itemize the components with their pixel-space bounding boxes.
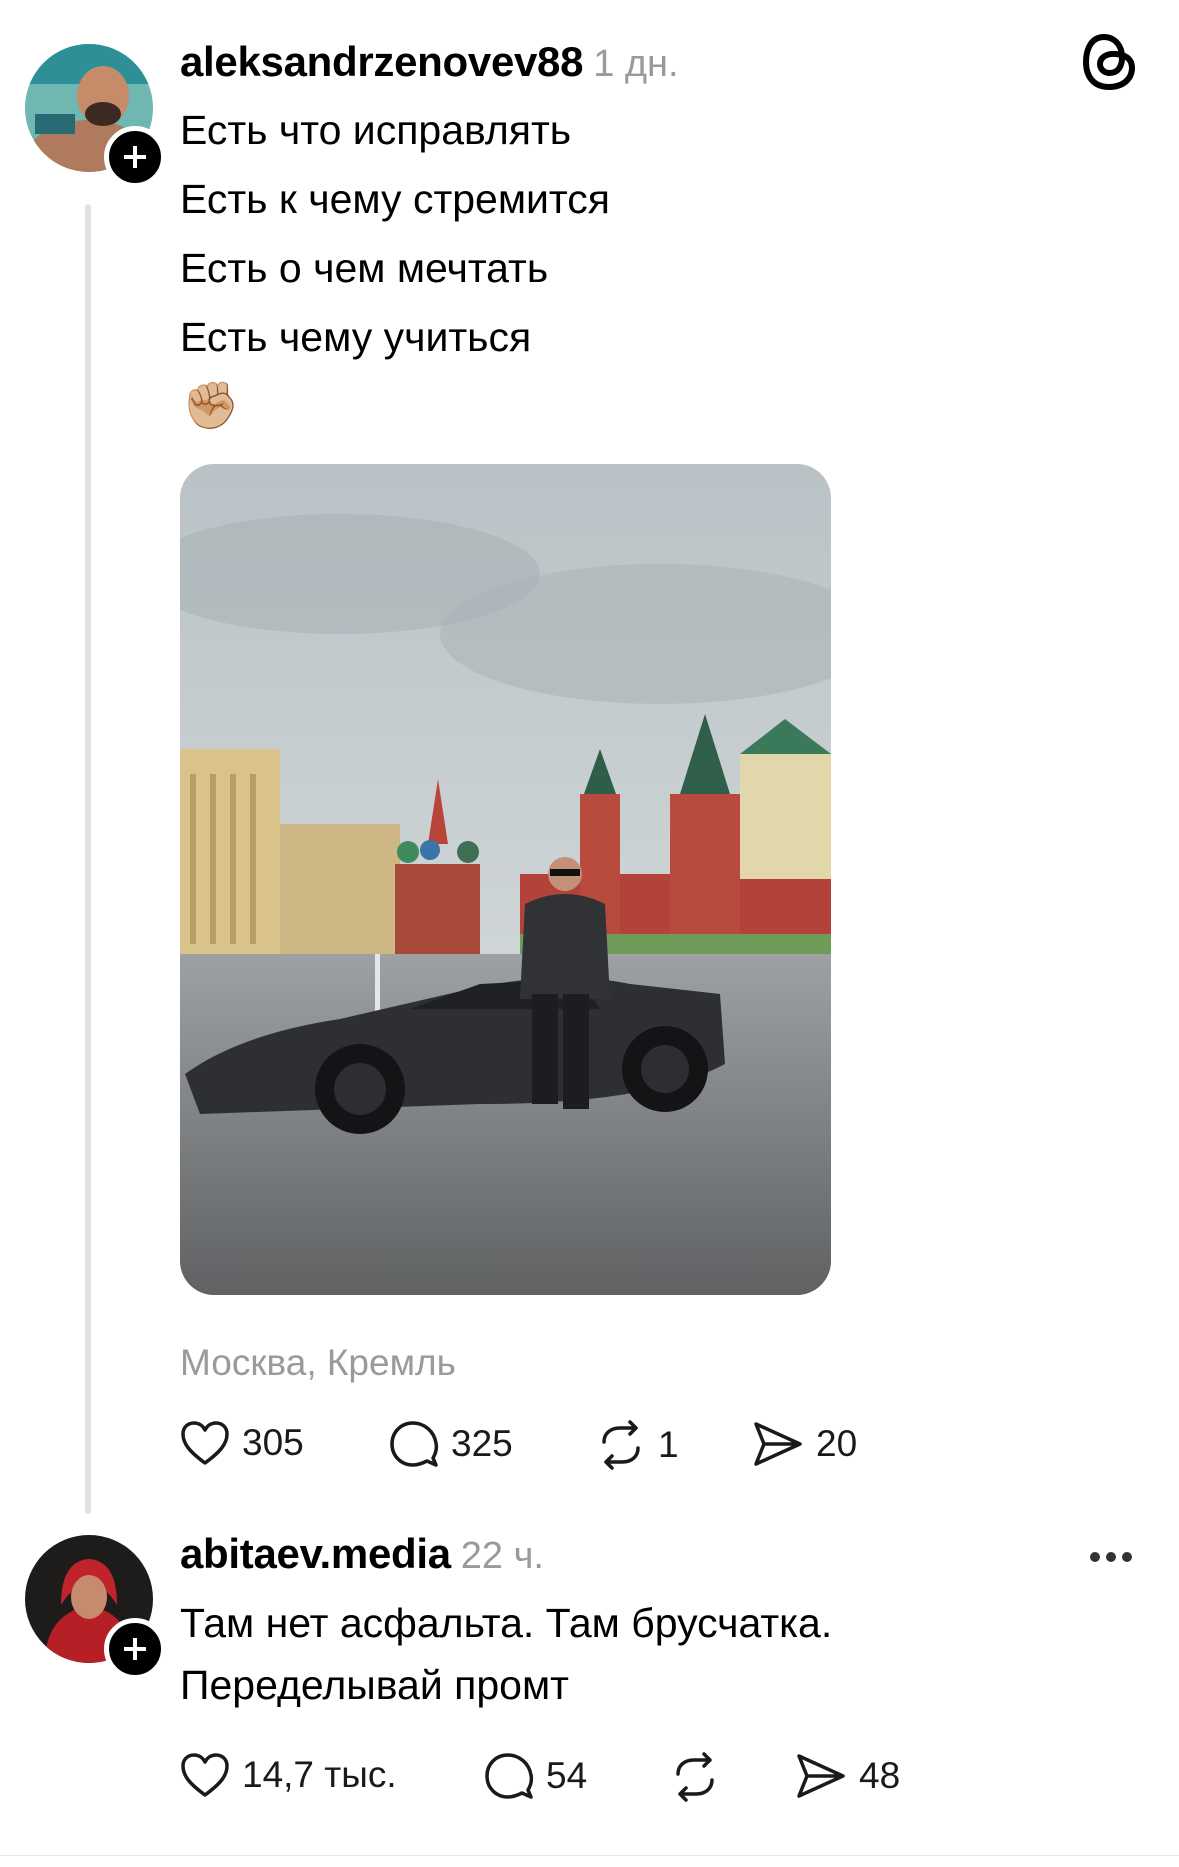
post-line: Есть о чем мечтать: [180, 245, 549, 291]
reply-like-count: 14,7 тыс.: [242, 1754, 397, 1795]
post-location[interactable]: Москва, Кремль: [180, 1342, 456, 1384]
post-line: Есть чему учиться: [180, 314, 532, 360]
reply-count: 325: [451, 1423, 513, 1464]
post-header: aleksandrzenovev88 1 дн.: [180, 38, 679, 86]
threads-logo-icon[interactable]: [1082, 32, 1136, 92]
reply-share-button[interactable]: 48: [795, 1752, 900, 1800]
repost-button[interactable]: 1: [596, 1420, 679, 1470]
comment-bubble-icon: [484, 1752, 534, 1800]
like-button[interactable]: 305: [180, 1420, 304, 1466]
reply-reply-button[interactable]: 54: [484, 1752, 587, 1800]
reply-share-count: 48: [859, 1755, 901, 1796]
plus-icon: [124, 146, 146, 168]
repost-icon: [670, 1752, 720, 1802]
post-line: Есть к чему стремится: [180, 176, 610, 222]
reply-text: Там нет асфальта. Там брусчатка. Передел…: [180, 1592, 832, 1716]
reply-header: abitaev.media 22 ч.: [180, 1530, 544, 1578]
thread-line: [85, 204, 91, 1514]
send-icon: [752, 1420, 804, 1468]
like-count: 305: [242, 1422, 304, 1463]
reply-button[interactable]: 325: [389, 1420, 513, 1468]
plus-icon: [124, 1638, 146, 1660]
repost-icon: [596, 1420, 646, 1470]
post-text: Есть что исправлять Есть к чему стремитс…: [180, 96, 610, 372]
post-image[interactable]: [180, 464, 831, 1295]
more-dots-icon[interactable]: [1088, 1550, 1134, 1564]
post-time: 1 дн.: [593, 43, 679, 85]
heart-icon: [180, 1420, 230, 1466]
reply-line: Переделывай промт: [180, 1662, 569, 1708]
post-line: Есть что исправлять: [180, 107, 572, 153]
heart-icon: [180, 1752, 230, 1798]
fist-emoji: ✊🏼: [182, 379, 240, 431]
share-count: 20: [816, 1423, 858, 1464]
post-username[interactable]: aleksandrzenovev88: [180, 38, 583, 86]
reply-username[interactable]: abitaev.media: [180, 1530, 451, 1578]
reply-time: 22 ч.: [460, 1535, 544, 1577]
repost-count: 1: [658, 1424, 679, 1465]
reply-repost-button[interactable]: [670, 1752, 720, 1802]
reply-like-button[interactable]: 14,7 тыс.: [180, 1752, 397, 1798]
reply-line: Там нет асфальта. Там брусчатка.: [180, 1600, 833, 1646]
send-icon: [795, 1752, 847, 1800]
bottom-divider: [0, 1855, 1179, 1856]
follow-button[interactable]: [104, 126, 166, 188]
share-button[interactable]: 20: [752, 1420, 857, 1468]
reply-reply-count: 54: [546, 1755, 588, 1796]
comment-bubble-icon: [389, 1420, 439, 1468]
follow-button[interactable]: [104, 1618, 166, 1680]
